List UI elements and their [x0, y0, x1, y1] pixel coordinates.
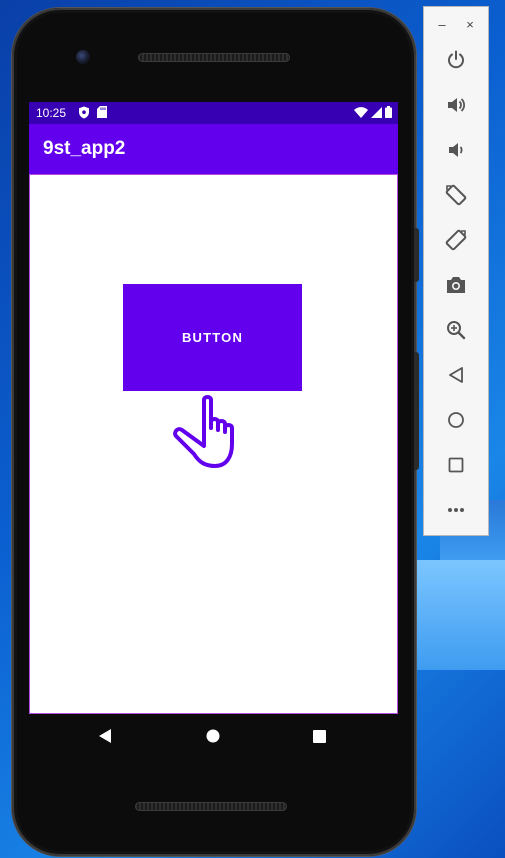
- app-title: 9st_app2: [43, 138, 126, 159]
- power-icon[interactable]: [441, 45, 471, 75]
- pointing-hand-icon: [171, 394, 261, 479]
- zoom-icon[interactable]: [441, 315, 471, 345]
- status-time: 10:25: [36, 106, 67, 120]
- home-icon[interactable]: [203, 726, 223, 746]
- volume-up-icon[interactable]: [441, 90, 471, 120]
- rotate-left-icon[interactable]: [441, 180, 471, 210]
- battery-icon: [385, 106, 392, 121]
- content-area: BUTTON: [29, 174, 398, 714]
- main-button[interactable]: BUTTON: [123, 284, 302, 391]
- phone-screen: 10:25 9st_app2 BUTTON: [29, 102, 398, 714]
- back-icon[interactable]: [441, 360, 471, 390]
- minimize-button[interactable]: –: [432, 15, 452, 35]
- rotate-right-icon[interactable]: [441, 225, 471, 255]
- sd-card-icon: [97, 106, 107, 121]
- camera-icon[interactable]: [441, 270, 471, 300]
- desktop-wallpaper-ray: [410, 560, 505, 670]
- status-bar: 10:25: [29, 102, 398, 124]
- recents-icon[interactable]: [309, 726, 329, 746]
- signal-icon: [371, 106, 382, 121]
- wifi-icon: [354, 106, 368, 121]
- home-icon[interactable]: [441, 405, 471, 435]
- toolbar-window-controls: – ×: [424, 15, 488, 35]
- phone-side-button: [414, 352, 419, 470]
- more-icon[interactable]: [441, 495, 471, 525]
- phone-side-button: [414, 228, 419, 282]
- top-speaker: [138, 53, 290, 62]
- close-button[interactable]: ×: [460, 15, 480, 35]
- front-camera: [76, 50, 90, 64]
- navigation-bar: [29, 714, 398, 758]
- app-bar: 9st_app2: [29, 124, 398, 174]
- emulator-toolbar: – ×: [423, 6, 489, 536]
- back-icon[interactable]: [95, 726, 115, 746]
- shield-icon: [78, 106, 90, 122]
- volume-down-icon[interactable]: [441, 135, 471, 165]
- bottom-speaker: [135, 802, 287, 811]
- overview-icon[interactable]: [441, 450, 471, 480]
